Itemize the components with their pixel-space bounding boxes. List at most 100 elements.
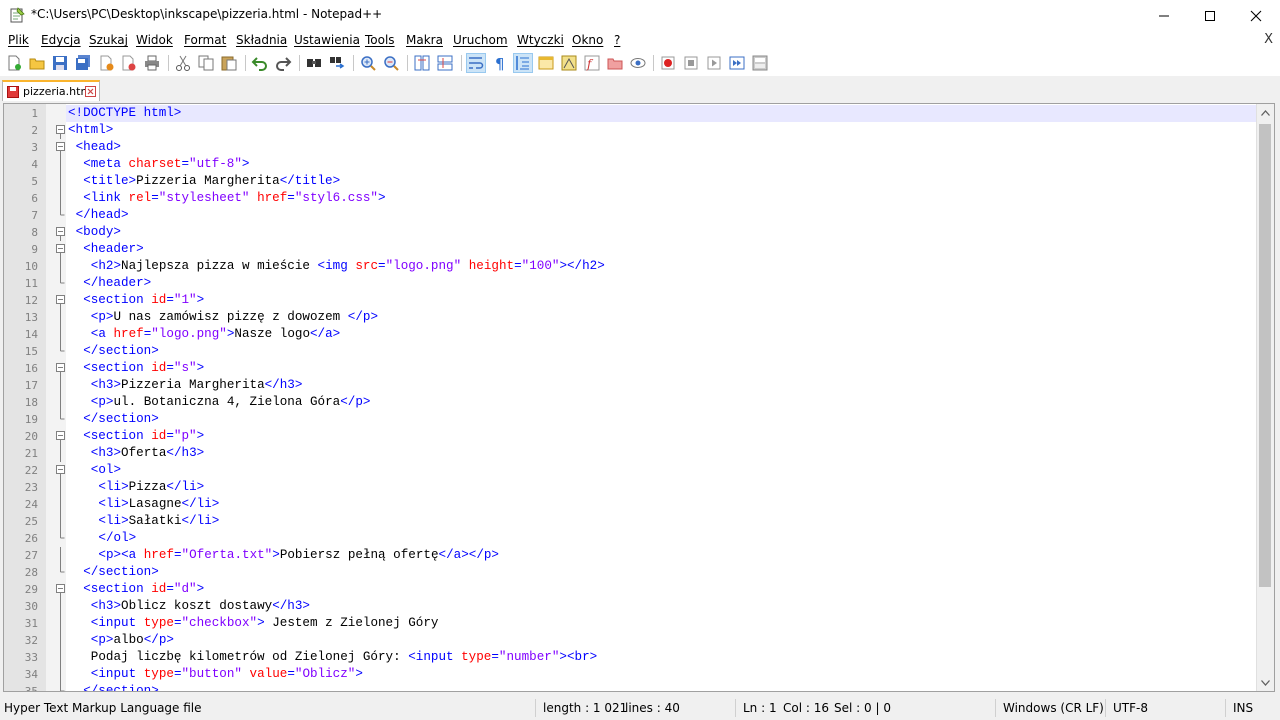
code-line[interactable]: 22 <ol>	[25, 462, 1274, 479]
menu-skladnia[interactable]: Składnia	[236, 33, 287, 47]
code-line[interactable]: 27 <p><a href="Oferta.txt">Pobiersz pełną…	[25, 547, 1274, 564]
menu-uruchom[interactable]: Uruchom	[453, 33, 508, 47]
code-line[interactable]: 17 <h3>Pizzeria Margherita</h3>	[25, 377, 1274, 394]
fold-collapse-icon[interactable]	[56, 363, 65, 377]
close-document-button[interactable]: X	[1264, 32, 1273, 47]
code-line[interactable]: 31 <input type="checkbox"> Jestem z Zielo…	[25, 615, 1274, 632]
code-line[interactable]: 33 Podaj liczbę kilometrów od Zielonej Gó…	[25, 649, 1274, 666]
zoom-in-icon[interactable]	[359, 54, 377, 72]
fold-collapse-icon[interactable]	[56, 125, 65, 139]
paste-icon[interactable]	[220, 54, 238, 72]
play-macro-icon[interactable]	[705, 54, 723, 72]
maximize-button[interactable]	[1187, 0, 1233, 31]
code-line[interactable]: 18 <p>ul. Botaniczna 4, Zielona Góra</p>	[25, 394, 1274, 411]
code-line[interactable]: 4 <meta charset="utf-8">	[31, 156, 1274, 173]
scrollbar-thumb[interactable]	[1259, 124, 1271, 587]
fold-collapse-icon[interactable]	[56, 227, 65, 241]
print-icon[interactable]	[143, 54, 161, 72]
code-line[interactable]: 7 </head>	[31, 207, 1274, 224]
document-map-icon[interactable]	[560, 54, 578, 72]
code-line[interactable]: 23 <li>Pizza</li>	[25, 479, 1274, 496]
code-area[interactable]: 1 <!DOCTYPE html> 2 <html> 3 <head> 4 <meta cha…	[25, 104, 1274, 691]
show-all-chars-icon[interactable]: ¶	[490, 54, 508, 72]
menu-edycja[interactable]: Edycja	[41, 33, 81, 47]
save-all-icon[interactable]	[74, 54, 92, 72]
code-line[interactable]: 5 <title>Pizzeria Margherita</title>	[31, 173, 1274, 190]
fold-collapse-icon[interactable]	[56, 244, 65, 258]
sync-horizontal-icon[interactable]	[436, 54, 454, 72]
code-line[interactable]: 30 <h3>Oblicz koszt dostawy</h3>	[25, 598, 1274, 615]
code-editor[interactable]: 1 <!DOCTYPE html> 2 <html> 3 <head> 4 <meta cha…	[3, 103, 1275, 692]
undo-icon[interactable]	[251, 54, 269, 72]
status-eol[interactable]: Windows (CR LF)	[1003, 701, 1104, 715]
code-line[interactable]: 2 <html>	[31, 122, 1274, 139]
menu-okno[interactable]: Okno	[572, 33, 603, 47]
code-line[interactable]: 14 <a href="logo.png">Nasze logo</a>	[25, 326, 1274, 343]
menu-format[interactable]: Format	[184, 33, 226, 47]
tab-pizzeria-html[interactable]: pizzeria.html	[2, 80, 100, 101]
stop-record-icon[interactable]	[682, 54, 700, 72]
folder-workspace-icon[interactable]	[606, 54, 624, 72]
status-insert-mode[interactable]: INS	[1233, 701, 1253, 715]
tab-close-icon[interactable]	[85, 86, 96, 97]
menu-szukaj[interactable]: Szukaj	[89, 33, 128, 47]
code-line[interactable]: 8 <body>	[31, 224, 1274, 241]
code-line[interactable]: 20 <section id="p">	[25, 428, 1274, 445]
code-line[interactable]: 32 <p>albo</p>	[25, 632, 1274, 649]
scroll-up-arrow-icon[interactable]	[1257, 104, 1274, 121]
code-line[interactable]: 35 </section>	[25, 683, 1274, 691]
code-line[interactable]: 26 </ol>	[25, 530, 1274, 547]
new-file-icon[interactable]	[5, 54, 23, 72]
code-line[interactable]: 16 <section id="s">	[25, 360, 1274, 377]
indent-guide-icon[interactable]	[513, 53, 533, 73]
fold-collapse-icon[interactable]	[56, 295, 65, 309]
record-macro-icon[interactable]	[659, 54, 677, 72]
code-line[interactable]: 6 <link rel="stylesheet" href="styl6.css"…	[31, 190, 1274, 207]
redo-icon[interactable]	[274, 54, 292, 72]
code-line[interactable]: 1 <!DOCTYPE html>	[31, 105, 1274, 122]
vertical-scrollbar[interactable]	[1256, 104, 1274, 691]
menu-ustawienia[interactable]: Ustawienia	[294, 33, 360, 47]
minimize-button[interactable]	[1141, 0, 1187, 31]
code-line[interactable]: 29 <section id="d">	[25, 581, 1274, 598]
function-list-icon[interactable]: f	[583, 54, 601, 72]
fold-collapse-icon[interactable]	[56, 465, 65, 479]
word-wrap-icon[interactable]	[466, 53, 486, 73]
run-macro-multiple-icon[interactable]	[728, 54, 746, 72]
replace-icon[interactable]	[328, 54, 346, 72]
menu-plik[interactable]: Plik	[8, 33, 29, 47]
close-window-button[interactable]	[1233, 0, 1279, 31]
code-line[interactable]: 34 <input type="button" value="Oblicz">	[25, 666, 1274, 683]
code-line[interactable]: 21 <h3>Oferta</h3>	[25, 445, 1274, 462]
code-line[interactable]: 24 <li>Lasagne</li>	[25, 496, 1274, 513]
fold-collapse-icon[interactable]	[56, 142, 65, 156]
cut-icon[interactable]	[174, 54, 192, 72]
user-defined-lang-icon[interactable]	[537, 54, 555, 72]
code-line[interactable]: 12 <section id="1">	[25, 292, 1274, 309]
scroll-down-arrow-icon[interactable]	[1257, 674, 1274, 691]
close-file-icon[interactable]	[97, 54, 115, 72]
sync-vertical-icon[interactable]	[413, 54, 431, 72]
menu-makra[interactable]: Makra	[406, 33, 443, 47]
open-file-icon[interactable]	[28, 54, 46, 72]
fold-collapse-icon[interactable]	[56, 584, 65, 598]
code-line[interactable]: 11 </header>	[25, 275, 1274, 292]
menu-widok[interactable]: Widok	[136, 33, 173, 47]
code-line[interactable]: 15 </section>	[25, 343, 1274, 360]
code-line[interactable]: 19 </section>	[25, 411, 1274, 428]
find-icon[interactable]	[305, 54, 323, 72]
code-line[interactable]: 25 <li>Sałatki</li>	[25, 513, 1274, 530]
save-icon[interactable]	[51, 54, 69, 72]
status-encoding[interactable]: UTF-8	[1113, 701, 1148, 715]
menu-help[interactable]: ?	[614, 33, 620, 47]
code-line[interactable]: 13 <p>U nas zamówisz pizzę z dowozem </p>	[25, 309, 1274, 326]
menu-tools[interactable]: Tools	[365, 33, 395, 47]
code-line[interactable]: 3 <head>	[31, 139, 1274, 156]
close-all-icon[interactable]	[120, 54, 138, 72]
code-line[interactable]: 28 </section>	[25, 564, 1274, 581]
code-line[interactable]: 9 <header>	[31, 241, 1274, 258]
monitoring-icon[interactable]	[629, 54, 647, 72]
save-macro-icon[interactable]	[751, 54, 769, 72]
fold-collapse-icon[interactable]	[56, 431, 65, 445]
menu-wtyczki[interactable]: Wtyczki	[517, 33, 564, 47]
